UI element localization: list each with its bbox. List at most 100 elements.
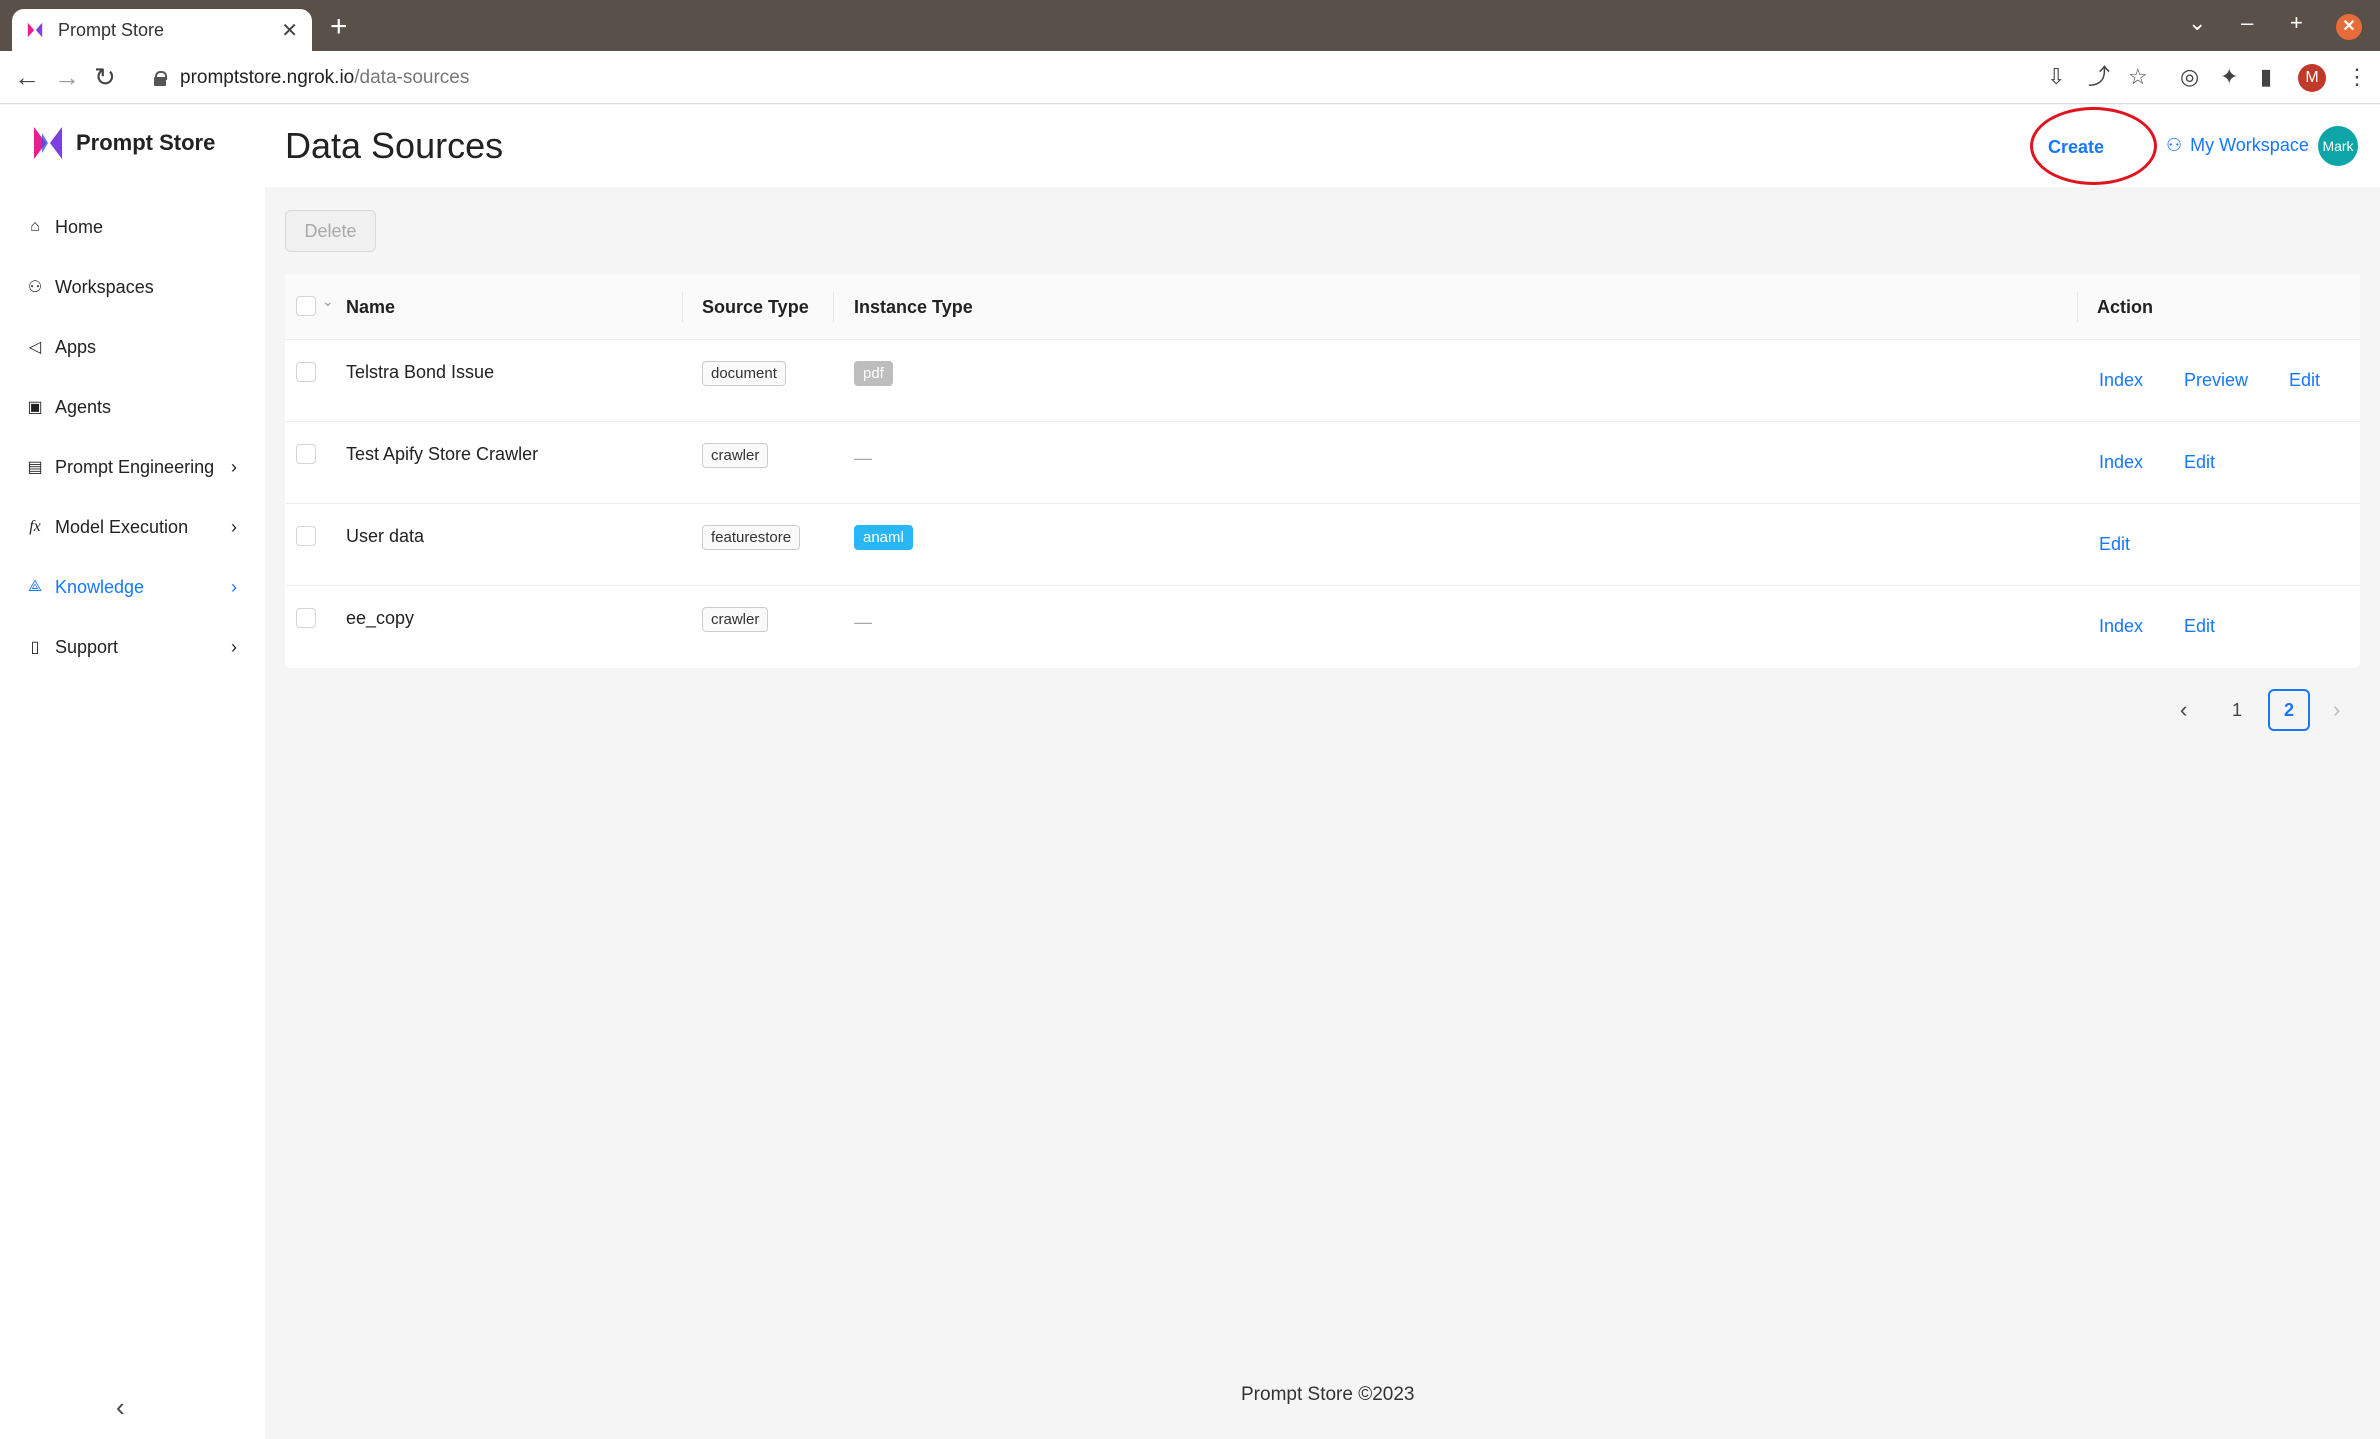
collapse-sidebar-icon[interactable]: ‹ xyxy=(116,1392,125,1423)
column-divider xyxy=(2077,292,2078,322)
source-type-tag: crawler xyxy=(702,607,769,632)
user-avatar[interactable]: Mark xyxy=(2318,126,2358,166)
maximize-icon[interactable]: + xyxy=(2290,10,2303,36)
profile-avatar[interactable]: M xyxy=(2298,64,2326,92)
megaphone-icon: ◁ xyxy=(28,339,42,356)
sidebar-item-agents[interactable]: ▣ Agents xyxy=(0,377,265,437)
edit-link[interactable]: Edit xyxy=(2184,452,2215,473)
sidebar-item-label: Apps xyxy=(55,336,97,357)
column-header-source-type: Source Type xyxy=(702,297,809,317)
users-icon: ⚇ xyxy=(27,279,43,296)
sidebar-item-label: Knowledge xyxy=(55,576,145,597)
sidebar-item-label: Agents xyxy=(55,396,112,417)
sidebar-item-support[interactable]: ▯ Support › xyxy=(0,617,265,677)
sidebar-item-prompt-engineering[interactable]: ▤ Prompt Engineering › xyxy=(0,437,265,497)
edit-link[interactable]: Edit xyxy=(2289,370,2320,391)
row-checkbox[interactable] xyxy=(296,444,316,464)
sidebar-item-knowledge[interactable]: ⟁ Knowledge › xyxy=(0,557,265,617)
sidebar-item-label: Prompt Engineering xyxy=(55,456,215,477)
instance-type-tag: pdf xyxy=(854,361,893,386)
url-path: /data-sources xyxy=(354,67,470,88)
browser-tab[interactable]: Prompt Store ✕ xyxy=(12,9,312,51)
table-row: Test Apify Store Crawler crawler — Index… xyxy=(285,422,2360,504)
row-name: Telstra Bond Issue xyxy=(346,362,495,382)
preview-link[interactable]: Preview xyxy=(2184,370,2248,391)
home-icon: ⌂ xyxy=(30,218,40,235)
sidebar-item-label: Model Execution xyxy=(55,516,189,537)
chevron-right-icon: › xyxy=(231,516,237,537)
index-link[interactable]: Index xyxy=(2099,452,2143,473)
app-logo[interactable]: Prompt Store xyxy=(32,123,215,163)
sidebar-item-label: Home xyxy=(55,216,104,237)
table-row: Telstra Bond Issue document pdf Index Pr… xyxy=(285,340,2360,422)
row-name: ee_copy xyxy=(346,608,415,628)
url-host: promptstore.ngrok.io xyxy=(180,67,355,88)
index-link[interactable]: Index xyxy=(2099,616,2143,637)
prev-page-icon[interactable]: ‹ xyxy=(2180,689,2187,731)
terminal-icon: ▤ xyxy=(27,459,43,476)
delete-button[interactable]: Delete xyxy=(285,210,376,252)
sidebar-item-home[interactable]: ⌂ Home xyxy=(0,197,265,257)
prompt-store-favicon xyxy=(27,22,43,38)
sidebar-item-label: Workspaces xyxy=(55,276,154,297)
password-extension-icon[interactable]: ◎ xyxy=(2180,65,2199,89)
sidebar-item-workspaces[interactable]: ⚇ Workspaces xyxy=(0,257,265,317)
browser-toolbar: ← → ↻ promptstore.ngrok.io /data-sources… xyxy=(0,51,2380,104)
function-icon: fx xyxy=(29,518,41,535)
create-button[interactable]: Create xyxy=(2048,137,2104,158)
sidebar-item-label: Support xyxy=(55,636,119,657)
table-row: ee_copy crawler — Index Edit xyxy=(285,586,2360,668)
sidebar-nav: ⌂ Home ⚇ Workspaces ◁ Apps ▣ Agents ▤ Pr… xyxy=(0,197,265,677)
column-divider xyxy=(833,292,834,322)
book-icon: ▯ xyxy=(30,639,40,656)
selection-dropdown-icon[interactable]: ⌄ xyxy=(322,293,334,310)
row-checkbox[interactable] xyxy=(296,526,316,546)
source-type-tag: document xyxy=(702,361,786,386)
browser-tabstrip: Prompt Store ✕ + ⌄ – + ✕ xyxy=(0,0,2380,51)
row-name: Test Apify Store Crawler xyxy=(346,444,539,464)
edit-link[interactable]: Edit xyxy=(2099,534,2130,555)
chevron-right-icon: › xyxy=(231,636,237,657)
forward-icon[interactable]: → xyxy=(54,63,80,91)
lock-icon xyxy=(154,71,167,86)
tab-search-icon[interactable]: ⌄ xyxy=(2188,10,2206,36)
users-icon: ⚇ xyxy=(2166,135,2183,155)
address-bar[interactable]: promptstore.ngrok.io /data-sources xyxy=(138,59,2018,97)
instance-type-empty: — xyxy=(854,448,872,468)
page-2-button[interactable]: 2 xyxy=(2268,689,2310,731)
app-name: Prompt Store xyxy=(76,130,216,155)
back-icon[interactable]: ← xyxy=(14,63,40,91)
index-link[interactable]: Index xyxy=(2099,370,2143,391)
install-icon[interactable]: ⇩ xyxy=(2047,65,2065,89)
column-header-action: Action xyxy=(2097,297,2153,317)
reload-icon[interactable]: ↻ xyxy=(94,63,116,91)
minimize-icon[interactable]: – xyxy=(2241,10,2253,36)
chevron-right-icon: › xyxy=(231,576,237,597)
tab-title: Prompt Store xyxy=(58,19,165,40)
row-checkbox[interactable] xyxy=(296,608,316,628)
share-icon[interactable]: ⤴ xyxy=(2088,65,2110,89)
sidebar-item-model-execution[interactable]: fx Model Execution › xyxy=(0,497,265,557)
bookmark-star-icon[interactable]: ☆ xyxy=(2128,65,2148,89)
instance-type-empty: — xyxy=(854,612,872,632)
next-page-icon[interactable]: › xyxy=(2333,689,2340,731)
tab-close-icon[interactable]: ✕ xyxy=(281,18,298,43)
nodes-icon: ⟁ xyxy=(27,578,43,595)
sidebar: Prompt Store ⌂ Home ⚇ Workspaces ◁ Apps … xyxy=(0,105,265,1439)
edit-link[interactable]: Edit xyxy=(2184,616,2215,637)
source-type-tag: featurestore xyxy=(702,525,801,550)
side-panel-icon[interactable]: ▮ xyxy=(2260,65,2272,89)
browser-menu-icon[interactable]: ⋮ xyxy=(2346,65,2368,89)
row-checkbox[interactable] xyxy=(296,362,316,382)
instance-type-tag: anaml xyxy=(854,525,913,550)
my-workspace-link[interactable]: ⚇ My Workspace xyxy=(2166,135,2309,156)
sidebar-item-apps[interactable]: ◁ Apps xyxy=(0,317,265,377)
new-tab-icon[interactable]: + xyxy=(330,12,348,42)
select-all-checkbox[interactable] xyxy=(296,296,316,316)
column-header-name: Name xyxy=(346,297,396,317)
source-type-tag: crawler xyxy=(702,443,769,468)
window-close-icon[interactable]: ✕ xyxy=(2336,14,2362,40)
table-header: ⌄ Name Source Type Instance Type Action xyxy=(285,274,2360,340)
extensions-puzzle-icon[interactable]: ✦ xyxy=(2220,65,2238,89)
page-1-button[interactable]: 1 xyxy=(2232,689,2242,731)
